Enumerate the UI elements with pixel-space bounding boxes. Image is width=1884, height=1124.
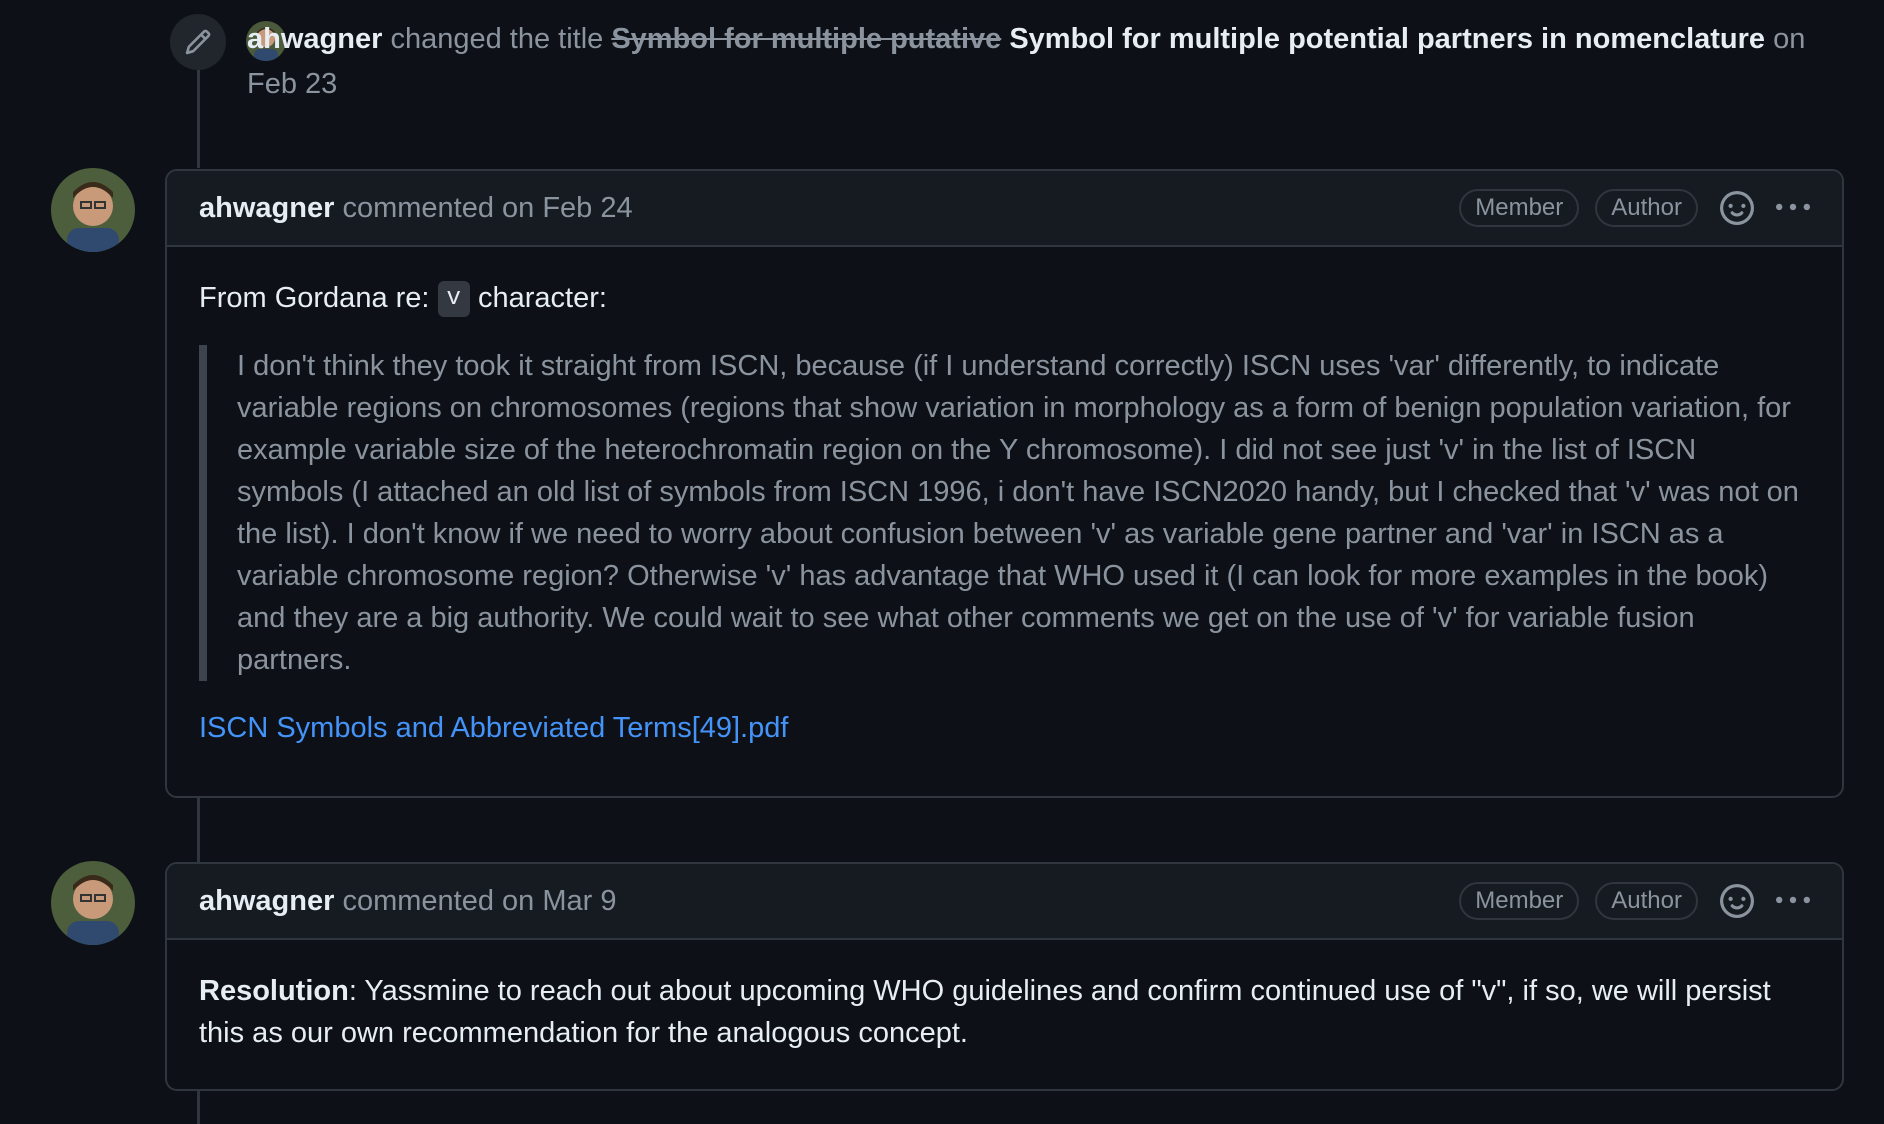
- comment-date[interactable]: commented on Mar 9: [342, 885, 616, 917]
- intro-text-end: character:: [478, 282, 607, 314]
- comment-body: From Gordana re: v character: I don't th…: [167, 247, 1842, 779]
- event-action: changed the title: [390, 23, 604, 55]
- comment-header: ahwagner commented on Mar 9 Member Autho…: [167, 864, 1842, 940]
- title-change-event: ahwagner changed the title Symbol for mu…: [247, 17, 1807, 107]
- quoted-text: I don't think they took it straight from…: [199, 345, 1810, 681]
- inline-code: v: [437, 281, 470, 318]
- comment-meta: ahwagner commented on Feb 24: [199, 192, 1443, 225]
- user-avatar[interactable]: [51, 861, 135, 945]
- timeline-line: [197, 797, 200, 863]
- member-badge: Member: [1459, 882, 1580, 920]
- event-actor[interactable]: ahwagner: [247, 23, 382, 55]
- comment-author[interactable]: ahwagner: [199, 192, 334, 224]
- comment-body: Resolution: Yassmine to reach out about …: [167, 940, 1842, 1084]
- comment-intro: From Gordana re: v character:: [199, 277, 1810, 319]
- new-title: Symbol for multiple potential partners i…: [1009, 23, 1766, 55]
- comment-meta: ahwagner commented on Mar 9: [199, 885, 1443, 918]
- author-badge: Author: [1595, 882, 1698, 920]
- resolution-label: Resolution: [199, 975, 349, 1007]
- comment-header: ahwagner commented on Feb 24 Member Auth…: [167, 171, 1842, 247]
- comment-author[interactable]: ahwagner: [199, 885, 334, 917]
- author-badge: Author: [1595, 189, 1698, 227]
- user-avatar[interactable]: [51, 168, 135, 252]
- comment-card: ahwagner commented on Feb 24 Member Auth…: [165, 169, 1844, 798]
- attachment-link[interactable]: ISCN Symbols and Abbreviated Terms[49].p…: [199, 712, 788, 744]
- smiley-icon[interactable]: [1720, 884, 1754, 918]
- timeline-line: [197, 1090, 200, 1124]
- timeline-line: [197, 70, 200, 168]
- pencil-icon: [170, 14, 226, 70]
- old-title: Symbol for multiple putative: [611, 23, 1002, 55]
- intro-text: From Gordana re:: [199, 282, 430, 314]
- smiley-icon[interactable]: [1720, 191, 1754, 225]
- kebab-horizontal-icon[interactable]: [1776, 884, 1810, 918]
- member-badge: Member: [1459, 189, 1580, 227]
- resolution-text: : Yassmine to reach out about upcoming W…: [199, 975, 1771, 1049]
- comment-date[interactable]: commented on Feb 24: [342, 192, 632, 224]
- kebab-horizontal-icon[interactable]: [1776, 191, 1810, 225]
- comment-card: ahwagner commented on Mar 9 Member Autho…: [165, 862, 1844, 1091]
